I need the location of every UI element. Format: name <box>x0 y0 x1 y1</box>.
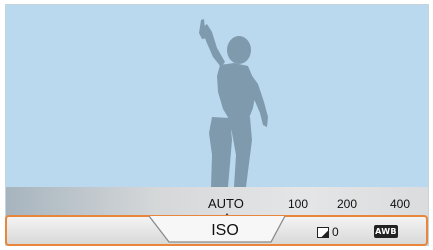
viewfinder: AUTO 100 200 400 <box>5 4 429 246</box>
iso-option-200[interactable]: 200 <box>337 197 357 211</box>
iso-menu-item[interactable]: ISO <box>200 222 250 240</box>
exposure-compensation-icon <box>317 226 329 238</box>
exposure-menu-item[interactable]: 0 <box>317 225 339 239</box>
iso-option-400[interactable]: 400 <box>390 197 410 211</box>
iso-option-100[interactable]: 100 <box>288 197 308 211</box>
settings-menu-bar: ISO 0 AWB <box>5 215 428 246</box>
exposure-value: 0 <box>332 225 339 239</box>
camera-screen: AUTO 100 200 400 ISO 0 AWB <box>0 0 433 250</box>
awb-icon[interactable]: AWB <box>374 225 398 238</box>
iso-option-auto[interactable]: AUTO <box>208 196 244 211</box>
